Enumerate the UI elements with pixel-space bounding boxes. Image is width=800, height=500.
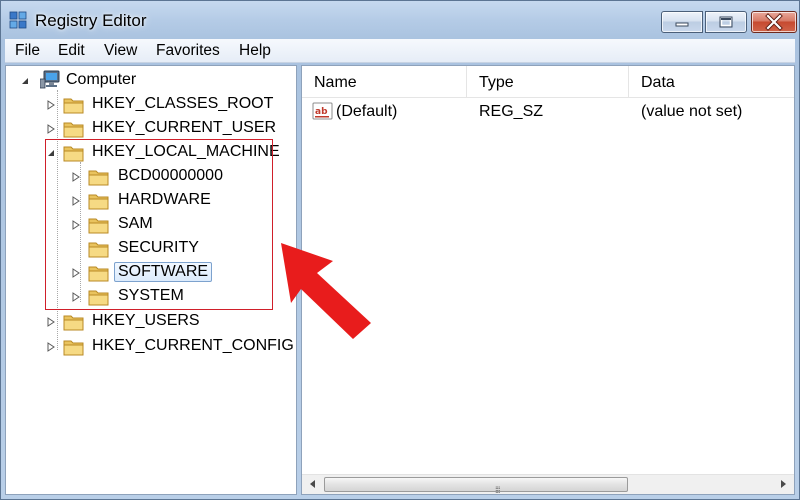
computer-icon bbox=[40, 70, 60, 89]
maximize-button[interactable] bbox=[705, 11, 747, 33]
minimize-button[interactable] bbox=[661, 11, 703, 33]
registry-editor-icon bbox=[9, 11, 27, 29]
column-header-type[interactable]: Type bbox=[467, 66, 629, 98]
collapsed-arrow-icon bbox=[47, 342, 55, 352]
tree-label: HKEY_USERS bbox=[92, 312, 200, 329]
close-icon bbox=[765, 13, 783, 31]
collapsed-arrow-icon bbox=[47, 124, 55, 134]
menu-help[interactable]: Help bbox=[239, 42, 271, 60]
tree-label-computer: Computer bbox=[66, 71, 137, 88]
expanded-arrow-icon bbox=[22, 78, 28, 84]
value-name: (Default) bbox=[336, 103, 398, 120]
registry-tree-pane[interactable]: Computer HKEY_CLASSES_ROOT HKEY_CURRENT_… bbox=[5, 65, 297, 495]
window-title: Registry Editor bbox=[35, 11, 147, 30]
list-item[interactable]: ab (Default) REG_SZ (value not set) bbox=[302, 100, 794, 122]
column-header-name[interactable]: Name bbox=[302, 66, 467, 98]
menu-bar: File Edit View Favorites Help bbox=[5, 39, 795, 63]
value-data: (value not set) bbox=[641, 103, 743, 120]
menu-favorites[interactable]: Favorites bbox=[156, 42, 220, 60]
tree-item-hkey-current-user[interactable]: HKEY_CURRENT_USER bbox=[6, 118, 286, 140]
tree-item-hkey-classes-root[interactable]: HKEY_CLASSES_ROOT bbox=[6, 94, 286, 116]
highlight-box bbox=[45, 139, 273, 310]
close-button[interactable] bbox=[751, 11, 797, 33]
scrollbar-thumb[interactable]: ⁞⁞⁞ bbox=[324, 477, 628, 495]
column-header-data[interactable]: Data bbox=[629, 66, 796, 98]
collapsed-arrow-icon bbox=[47, 317, 55, 327]
scroll-left-icon[interactable] bbox=[308, 479, 318, 489]
grip-icon: ⁞⁞⁞ bbox=[495, 485, 500, 495]
folder-icon bbox=[63, 122, 84, 138]
menu-file[interactable]: File bbox=[15, 42, 40, 60]
folder-icon bbox=[63, 98, 84, 114]
tree-label: HKEY_CLASSES_ROOT bbox=[92, 95, 274, 112]
value-type: REG_SZ bbox=[479, 103, 544, 120]
tree-item-computer[interactable]: Computer bbox=[6, 70, 286, 92]
tree-label: HKEY_CURRENT_USER bbox=[92, 119, 277, 136]
scroll-right-icon[interactable] bbox=[778, 479, 788, 489]
folder-icon bbox=[63, 340, 84, 356]
maximize-icon bbox=[719, 16, 733, 28]
registry-editor-window: Registry Editor File Edit View Favorites… bbox=[0, 0, 800, 500]
tree-label: HKEY_CURRENT_CONFIG bbox=[92, 337, 294, 354]
tree-item-hkey-current-config[interactable]: HKEY_CURRENT_CONFIG bbox=[6, 336, 294, 358]
list-header: Name Type Data bbox=[302, 66, 794, 98]
minimize-icon bbox=[675, 22, 689, 27]
menu-edit[interactable]: Edit bbox=[58, 42, 85, 60]
pointer-arrow-icon bbox=[281, 243, 371, 339]
horizontal-scrollbar[interactable]: ⁞⁞⁞ bbox=[302, 474, 794, 495]
folder-icon bbox=[63, 315, 84, 331]
svg-text:ab: ab bbox=[315, 107, 328, 117]
title-bar[interactable]: Registry Editor bbox=[1, 1, 800, 39]
collapsed-arrow-icon bbox=[47, 100, 55, 110]
menu-view[interactable]: View bbox=[104, 42, 137, 60]
tree-item-hkey-users[interactable]: HKEY_USERS bbox=[6, 311, 286, 333]
string-value-icon: ab bbox=[312, 102, 333, 120]
